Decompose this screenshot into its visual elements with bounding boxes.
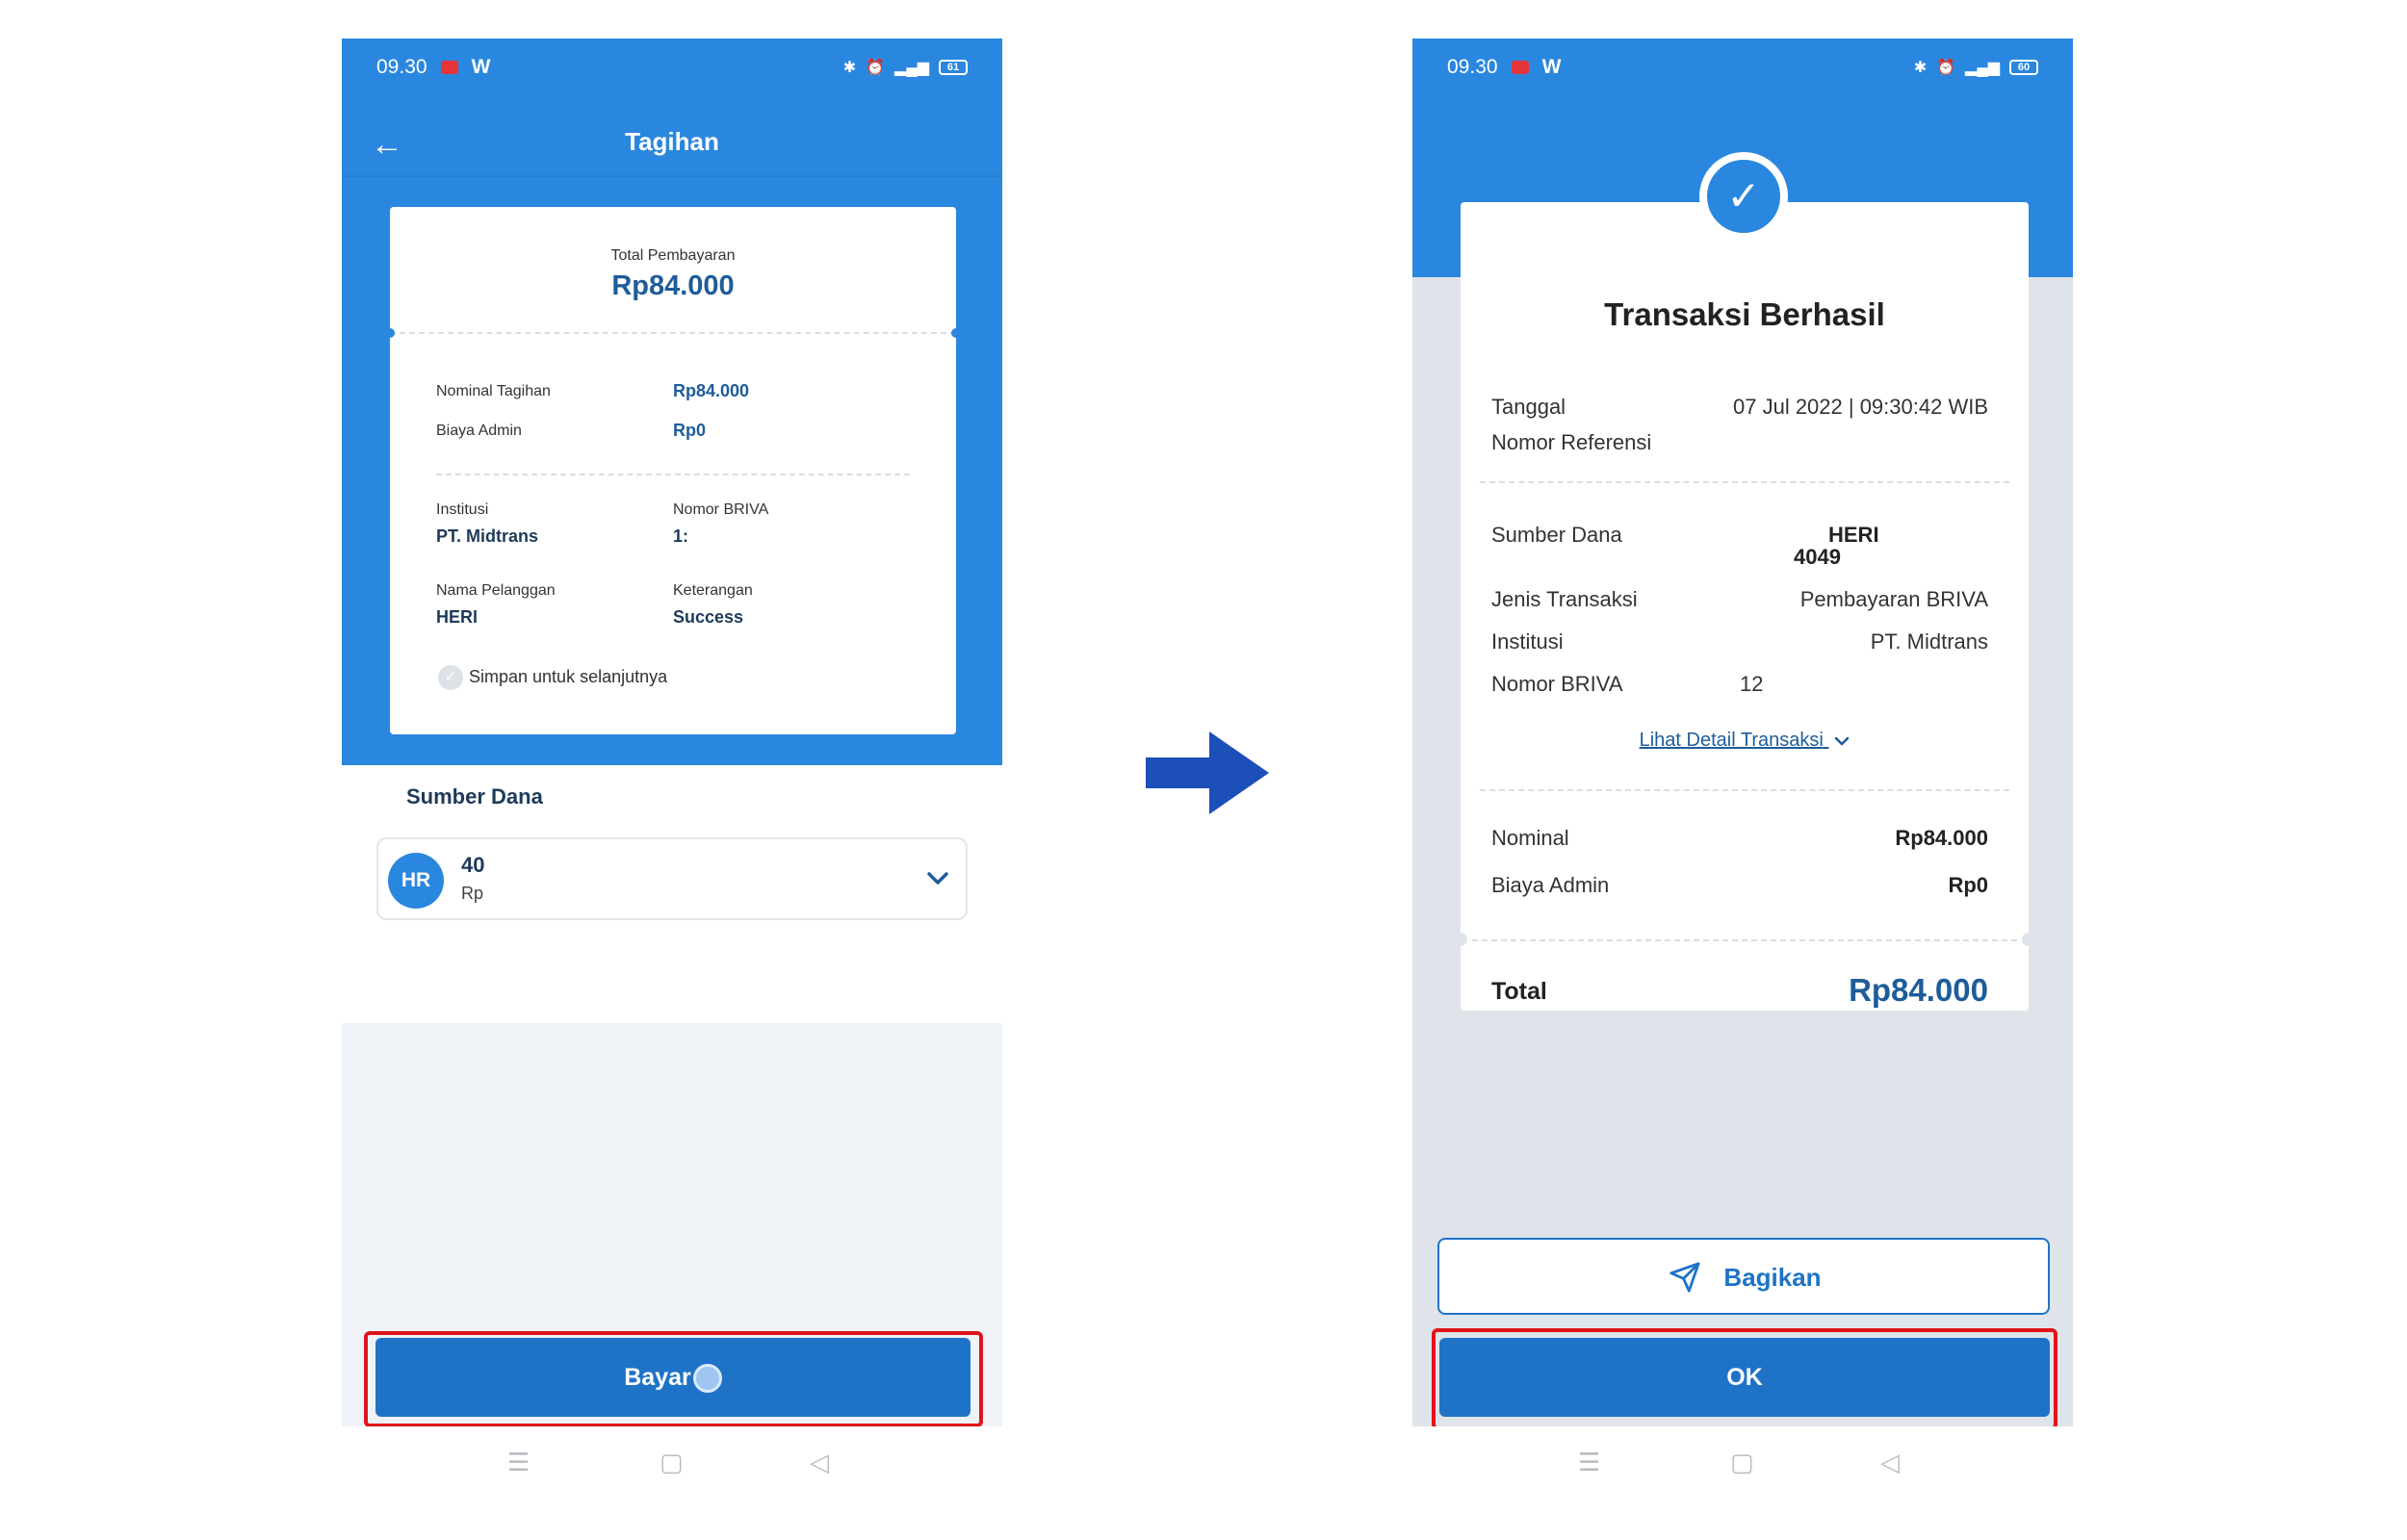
- pelanggan-value: HERI: [436, 607, 479, 627]
- sumber-number: 4049: [1794, 545, 1841, 569]
- nominal-value: Rp84.000: [673, 381, 750, 400]
- bluetooth-icon: ✱: [842, 60, 857, 76]
- briva-value: 12: [1740, 672, 1764, 696]
- tanggal-value: 07 Jul 2022 | 09:30:42 WIB: [1733, 395, 1988, 419]
- w-icon: W: [471, 56, 491, 78]
- admin-value: Rp0: [1948, 873, 1988, 897]
- admin-label: Biaya Admin: [436, 423, 522, 439]
- signal-icon: ▂▄▆: [1965, 60, 2000, 76]
- save-checkbox[interactable]: ✓: [438, 665, 463, 690]
- bluetooth-icon: ✱: [1913, 60, 1928, 76]
- status-bar: 09.30 W ✱ ⏰ ▂▄▆ 60: [1412, 38, 2073, 96]
- briva-value: 1:: [673, 526, 689, 546]
- section-divider: [1480, 481, 2009, 483]
- jenis-label: Jenis Transaksi: [1491, 587, 1638, 611]
- menu-icon[interactable]: ☰: [507, 1448, 530, 1477]
- nominal-value: Rp84.000: [1895, 826, 1988, 850]
- total-payment-value: Rp84.000: [611, 270, 735, 301]
- referensi-label: Nomor Referensi: [1491, 430, 1652, 454]
- jenis-value: Pembayaran BRIVA: [1799, 587, 1988, 611]
- alarm-icon: ⏰: [866, 60, 886, 76]
- status-time: 09.30: [1447, 56, 1498, 78]
- status-time: 09.30: [376, 56, 427, 78]
- battery-icon: 61: [939, 60, 968, 75]
- account-balance: Rp: [461, 884, 484, 903]
- app-bar: ← Tagihan: [342, 96, 1002, 192]
- institusi-value: PT. Midtrans: [1870, 629, 1988, 654]
- briva-label: Nomor BRIVA: [1491, 672, 1623, 696]
- chevron-down-icon: [1835, 736, 1850, 746]
- pay-button[interactable]: Bayar: [375, 1338, 971, 1417]
- touch-indicator: [692, 1364, 722, 1394]
- admin-value: Rp0: [673, 421, 707, 440]
- system-nav-bar: ☰ ▢ ◁: [342, 1426, 1002, 1502]
- nominal-label: Nominal Tagihan: [436, 383, 551, 399]
- bill-ticket: Total Pembayaran Rp84.000 Nominal Tagiha…: [385, 201, 961, 740]
- ticket-notch-right: [951, 328, 961, 338]
- avatar: HR: [388, 853, 444, 909]
- keterangan-value: Success: [673, 607, 744, 627]
- chevron-down-icon[interactable]: [927, 866, 948, 891]
- institusi-value: PT. Midtrans: [436, 526, 539, 546]
- briva-label: Nomor BRIVA: [673, 501, 769, 518]
- ticket-notch-right: [2022, 933, 2035, 946]
- detail-transaction-link[interactable]: Lihat Detail Transaksi: [1461, 730, 2029, 752]
- ticket-notch-left: [1454, 933, 1467, 946]
- success-title: Transaksi Berhasil: [1604, 296, 1885, 332]
- w-icon: W: [1541, 56, 1562, 78]
- total-label: Total: [1491, 978, 1547, 1005]
- signal-icon: ▂▄▆: [894, 60, 929, 76]
- payment-screen: 09.30 W ✱ ⏰ ▂▄▆ 61 ← Tagihan Total Pemba…: [342, 38, 1002, 1502]
- source-account-selector[interactable]: HR 40 Rp: [376, 837, 968, 920]
- admin-label: Biaya Admin: [1491, 873, 1610, 897]
- appbar-divider: [342, 175, 1002, 177]
- tanggal-label: Tanggal: [1491, 395, 1566, 419]
- check-icon: ✓: [1699, 152, 1788, 241]
- keterangan-label: Keterangan: [673, 582, 753, 599]
- menu-icon[interactable]: ☰: [1578, 1448, 1600, 1477]
- flow-arrow-icon: [1146, 732, 1269, 819]
- institusi-label: Institusi: [1491, 629, 1564, 654]
- section-divider: [436, 474, 910, 475]
- source-of-funds-title: Sumber Dana: [406, 784, 543, 808]
- home-square-icon[interactable]: ▢: [660, 1448, 684, 1477]
- total-value: Rp84.000: [1849, 972, 1988, 1008]
- total-payment-label: Total Pembayaran: [610, 247, 736, 264]
- detail-link-label: Lihat Detail Transaksi: [1639, 730, 1824, 751]
- ticket-edge-top: [390, 201, 956, 213]
- ok-button[interactable]: OK: [1439, 1338, 2050, 1417]
- pay-button-label: Bayar: [624, 1364, 691, 1391]
- share-button-label: Bagikan: [1723, 1263, 1822, 1292]
- record-icon: [1511, 61, 1529, 74]
- ok-button-label: OK: [1726, 1364, 1763, 1391]
- pelanggan-label: Nama Pelanggan: [436, 582, 556, 599]
- account-number: 40: [461, 853, 485, 877]
- sumber-label: Sumber Dana: [1491, 523, 1622, 547]
- success-screen: 09.30 W ✱ ⏰ ▂▄▆ 60 Transaksi Berhasil Ta…: [1412, 38, 2073, 1502]
- home-square-icon[interactable]: ▢: [1730, 1448, 1754, 1477]
- system-nav-bar: ☰ ▢ ◁: [1412, 1426, 2073, 1502]
- back-triangle-icon[interactable]: ◁: [1880, 1448, 1900, 1477]
- page-title: Tagihan: [625, 127, 719, 156]
- nominal-label: Nominal: [1491, 826, 1569, 850]
- battery-icon: 60: [2009, 60, 2038, 75]
- institusi-label: Institusi: [436, 501, 489, 518]
- share-button[interactable]: Bagikan: [1437, 1238, 2050, 1315]
- total-divider: [1472, 939, 2017, 941]
- screenshot-composite: 09.30 W ✱ ⏰ ▂▄▆ 61 ← Tagihan Total Pemba…: [0, 0, 2407, 1540]
- status-bar: 09.30 W ✱ ⏰ ▂▄▆ 61: [342, 38, 1002, 96]
- ticket-edge-bottom: [390, 729, 956, 740]
- record-icon: [440, 61, 458, 74]
- ticket-divider: [390, 332, 956, 334]
- back-triangle-icon[interactable]: ◁: [810, 1448, 829, 1477]
- receipt-ticket: Transaksi Berhasil Tanggal 07 Jul 2022 |…: [1454, 196, 2035, 1016]
- section-divider: [1480, 789, 2009, 791]
- save-label: Simpan untuk selanjutnya: [469, 667, 668, 686]
- alarm-icon: ⏰: [1936, 60, 1956, 76]
- ticket-notch-left: [385, 328, 395, 338]
